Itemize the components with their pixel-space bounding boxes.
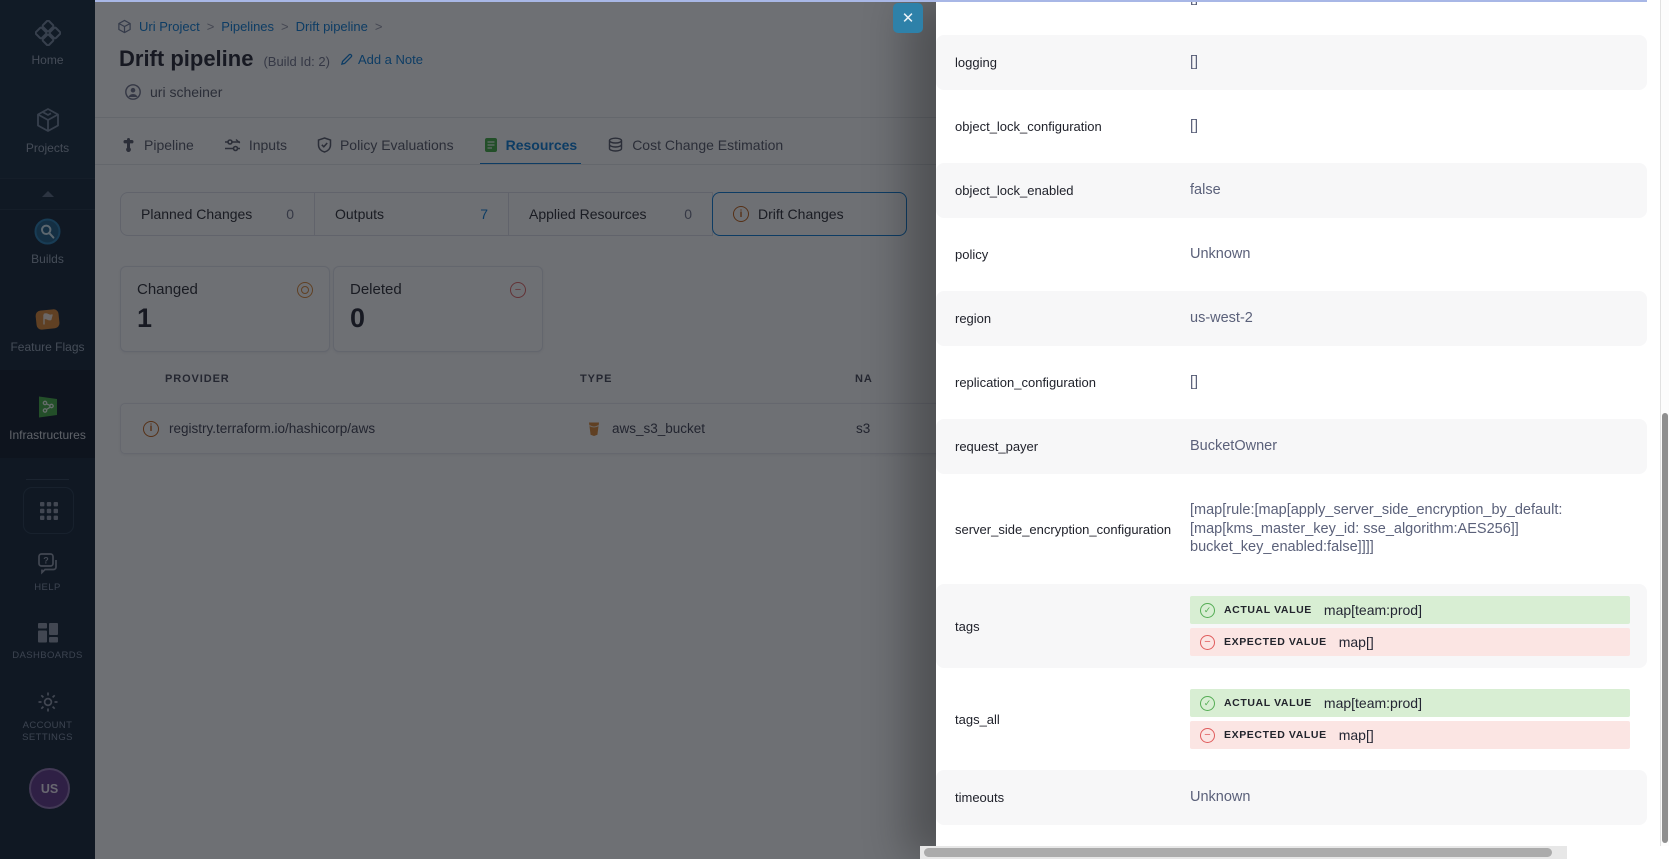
property-value: BucketOwner [1190, 437, 1277, 456]
actual-value-text: map[team:prod] [1324, 602, 1422, 618]
property-key: tags_all [936, 712, 1190, 727]
expected-value-label: EXPECTED VALUE [1224, 636, 1327, 648]
property-value: false [1190, 181, 1221, 200]
property-row-logging: logging [] [936, 35, 1647, 90]
property-key: region [936, 311, 1190, 326]
property-value: us-west-2 [1190, 309, 1253, 328]
minus-circle-icon [1200, 728, 1215, 743]
property-key: logging [936, 55, 1190, 70]
property-key: policy [936, 247, 1190, 262]
property-value: [] [1190, 373, 1198, 392]
expected-value-label: EXPECTED VALUE [1224, 729, 1327, 741]
expected-value-text: map[] [1339, 727, 1374, 743]
tags-all-value-comparison: ACTUAL VALUE map[team:prod] EXPECTED VAL… [1190, 681, 1630, 757]
actual-value-label: ACTUAL VALUE [1224, 697, 1312, 709]
top-accent-line [95, 0, 1647, 2]
property-key: request_payer [936, 439, 1190, 454]
property-row-tags-all: tags_all ACTUAL VALUE map[team:prod] EXP… [936, 677, 1647, 761]
property-key: object_lock_configuration [936, 119, 1190, 134]
expected-value-badge: EXPECTED VALUE map[] [1190, 628, 1630, 656]
tags-value-comparison: ACTUAL VALUE map[team:prod] EXPECTED VAL… [1190, 588, 1630, 664]
property-key: server_side_encryption_configuration [936, 522, 1190, 537]
property-row-tags: tags ACTUAL VALUE map[team:prod] EXPECTE… [936, 584, 1647, 668]
property-row-region: region us-west-2 [936, 291, 1647, 346]
drawer-vertical-scrollbar[interactable] [1660, 0, 1669, 846]
property-row-object-lock-enabled: object_lock_enabled false [936, 163, 1647, 218]
property-row-policy: policy Unknown [936, 227, 1647, 282]
property-key: tags [936, 619, 1190, 634]
property-row-request-payer: request_payer BucketOwner [936, 419, 1647, 474]
check-circle-icon [1200, 696, 1215, 711]
property-key: replication_configuration [936, 375, 1190, 390]
expected-value-text: map[] [1339, 634, 1374, 650]
property-key: object_lock_enabled [936, 183, 1190, 198]
horizontal-scrollbar-thumb[interactable] [924, 848, 1552, 857]
property-row-object-lock-configuration: object_lock_configuration [] [936, 99, 1647, 154]
actual-value-badge: ACTUAL VALUE map[team:prod] [1190, 689, 1630, 717]
drawer-close-button[interactable]: ✕ [893, 3, 923, 33]
vertical-scrollbar-thumb[interactable] [1662, 413, 1668, 843]
drawer-horizontal-scrollbar[interactable] [920, 846, 1567, 859]
minus-circle-icon [1200, 635, 1215, 650]
actual-value-text: map[team:prod] [1324, 695, 1422, 711]
property-key: timeouts [936, 790, 1190, 805]
check-circle-icon [1200, 603, 1215, 618]
property-value: Unknown [1190, 788, 1250, 807]
drift-details-drawer: [] logging [] object_lock_configuration … [936, 0, 1669, 859]
property-row-clipped: [] [936, 0, 1647, 26]
property-value: [] [1190, 53, 1198, 72]
property-value: [] [1190, 117, 1198, 136]
property-row-timeouts: timeouts Unknown [936, 770, 1647, 825]
property-value: [map[rule:[map[apply_server_side_encrypt… [1190, 501, 1640, 557]
actual-value-badge: ACTUAL VALUE map[team:prod] [1190, 596, 1630, 624]
property-row-server-side-encryption: server_side_encryption_configuration [ma… [936, 483, 1647, 575]
property-value: Unknown [1190, 245, 1250, 264]
close-icon: ✕ [902, 9, 915, 27]
actual-value-label: ACTUAL VALUE [1224, 604, 1312, 616]
property-rows: [] logging [] object_lock_configuration … [936, 0, 1647, 834]
property-row-replication-configuration: replication_configuration [] [936, 355, 1647, 410]
expected-value-badge: EXPECTED VALUE map[] [1190, 721, 1630, 749]
